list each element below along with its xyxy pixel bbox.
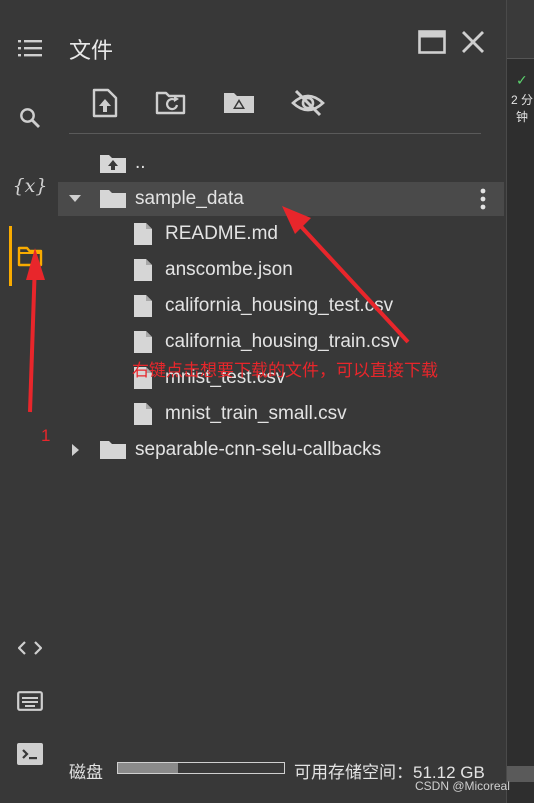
open-in-tab-icon[interactable]: [417, 28, 447, 56]
chevron-right-icon[interactable]: [68, 442, 84, 458]
file-icon: [133, 294, 153, 318]
command-palette-icon[interactable]: [14, 685, 46, 717]
active-indicator: [9, 226, 12, 286]
annotation-hint: 右键点击想要下载的文件，可以直接下载: [132, 361, 438, 380]
terminal-icon[interactable]: [14, 738, 46, 770]
tree-row-file[interactable]: anscombe.json: [58, 253, 504, 287]
left-icon-rail: {x}: [0, 0, 58, 803]
file-label: california_housing_train.csv: [165, 331, 400, 352]
upload-icon[interactable]: [88, 86, 122, 120]
close-icon[interactable]: [458, 28, 488, 56]
tree-label-parent: ..: [135, 152, 146, 173]
tree-row-parent[interactable]: ..: [58, 146, 504, 180]
folder-icon: [99, 439, 127, 461]
file-icon: [133, 258, 153, 282]
annotation-step-number: 1: [41, 426, 51, 445]
top-band: [507, 0, 534, 59]
checkmark-icon: ✓: [516, 72, 528, 88]
tree-row-file[interactable]: mnist_train_small.csv: [58, 397, 504, 431]
tree-row-folder[interactable]: separable-cnn-selu-callbacks: [58, 433, 504, 467]
folder-up-icon: [99, 153, 127, 175]
folder-label: separable-cnn-selu-callbacks: [135, 439, 382, 460]
tree-row-file[interactable]: california_housing_train.csv: [58, 325, 504, 359]
disk-usage-bar: [117, 762, 285, 774]
more-options-icon[interactable]: [480, 188, 486, 210]
chevron-down-icon[interactable]: [67, 191, 83, 207]
tree-row-file[interactable]: california_housing_test.csv: [58, 289, 504, 323]
folder-icon: [99, 188, 127, 210]
right-status-strip: ✓ 2 分钟: [506, 0, 534, 803]
file-label: anscombe.json: [165, 259, 293, 280]
execution-time: 2 分钟: [510, 93, 533, 124]
tree-row-sample-data[interactable]: sample_data: [58, 182, 504, 216]
file-icon: [133, 330, 153, 354]
toolbar-divider: [69, 133, 481, 134]
file-label: california_housing_test.csv: [165, 295, 394, 316]
tree-row-file[interactable]: README.md: [58, 217, 504, 251]
files-icon[interactable]: [14, 240, 46, 272]
file-label: README.md: [165, 223, 278, 244]
mount-drive-icon[interactable]: [222, 86, 256, 120]
disk-usage-fill: [118, 763, 178, 773]
disk-label: 磁盘: [69, 763, 103, 782]
watermark: CSDN @Micoreal: [415, 779, 510, 793]
refresh-folder-icon[interactable]: [154, 86, 188, 120]
code-snippets-icon[interactable]: [14, 632, 46, 664]
folder-label: sample_data: [135, 188, 244, 209]
file-label: mnist_train_small.csv: [165, 403, 347, 424]
file-icon: [133, 402, 153, 426]
horizontal-scrollbar[interactable]: [507, 766, 534, 782]
file-icon: [133, 222, 153, 246]
hide-hidden-files-icon[interactable]: [291, 86, 325, 120]
variables-icon[interactable]: {x}: [13, 170, 48, 202]
table-of-contents-icon[interactable]: [14, 32, 46, 64]
search-icon[interactable]: [14, 102, 46, 134]
panel-title: 文件: [69, 38, 114, 63]
